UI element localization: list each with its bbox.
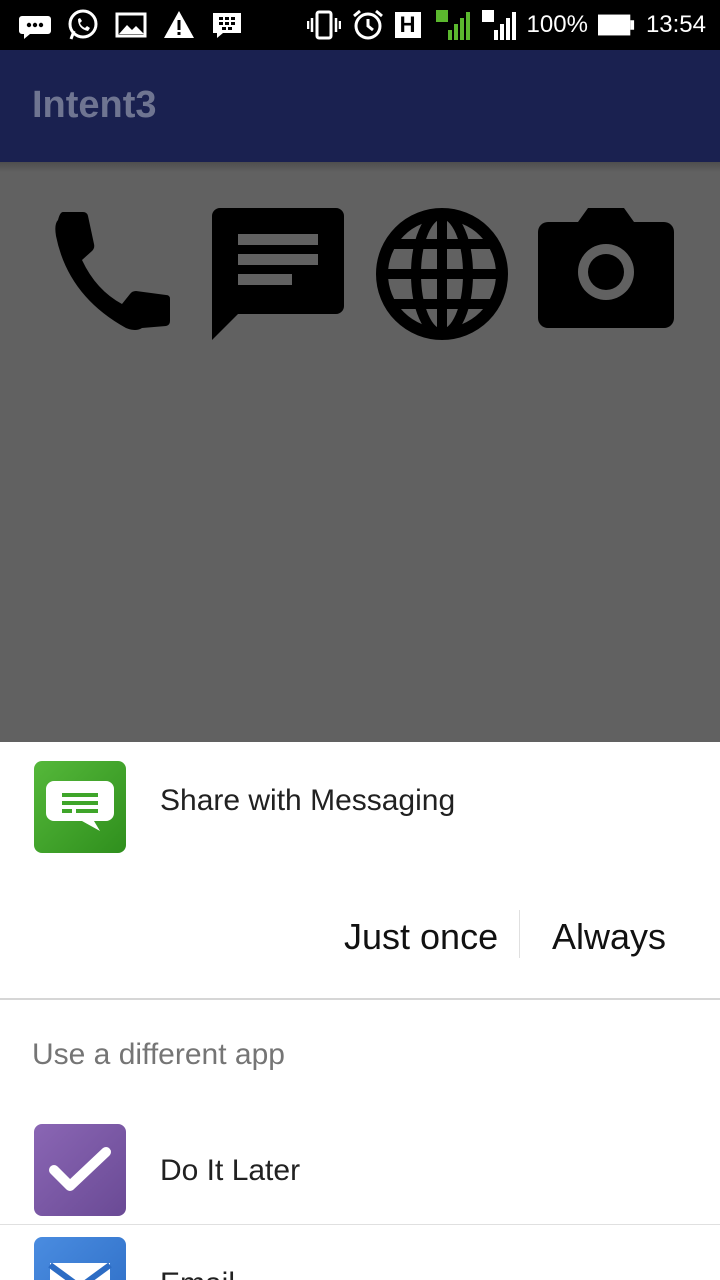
share-with-row[interactable]: Share with Messaging [0, 742, 720, 864]
app-label: Do It Later [160, 1154, 301, 1187]
camera-icon[interactable] [538, 206, 674, 328]
message-icon[interactable] [210, 206, 346, 342]
messaging-app-icon [34, 761, 126, 853]
phone-icon[interactable] [52, 212, 176, 336]
globe-icon[interactable] [374, 206, 510, 342]
app-label: Email [160, 1267, 235, 1280]
use-different-app-label: Use a different app [32, 1038, 285, 1071]
blackberry-icon [213, 13, 241, 38]
just-once-button[interactable]: Just once [344, 902, 498, 972]
signal-icon [435, 10, 470, 40]
app-chooser-sheet: Share with Messaging Just once Always Us… [0, 742, 720, 1280]
email-app-icon [34, 1237, 126, 1280]
whatsapp-icon [68, 9, 98, 40]
list-item-email[interactable]: Email [0, 1225, 720, 1280]
do-it-later-app-icon [34, 1124, 126, 1216]
always-button[interactable]: Always [552, 902, 666, 972]
signal-icon [481, 10, 516, 40]
battery-icon [597, 14, 635, 36]
section-divider [0, 998, 720, 1000]
app-bar: Intent3 [0, 50, 720, 162]
app-bar-shadow [0, 162, 720, 172]
system-icons: H 1 2 100% 13:54 [306, 8, 706, 42]
checkmark-icon [49, 1147, 111, 1191]
notification-icons [18, 8, 244, 42]
battery-percent: 100% [526, 11, 588, 38]
image-icon [115, 12, 147, 38]
chat-bubble-icon [19, 16, 51, 39]
share-label: Share with Messaging [160, 784, 456, 817]
button-divider [519, 910, 520, 958]
status-bar: H 1 2 100% 13:54 [0, 0, 720, 50]
message-bubble-icon [46, 781, 114, 831]
network-type-badge: H [394, 8, 425, 42]
clock: 13:54 [645, 11, 706, 38]
warning-icon [164, 11, 194, 38]
envelope-icon [48, 1262, 112, 1280]
app-title: Intent3 [32, 84, 157, 126]
list-item-do-it-later[interactable]: Do It Later [0, 1115, 720, 1225]
vibrate-icon [306, 10, 341, 40]
alarm-icon [352, 9, 383, 40]
